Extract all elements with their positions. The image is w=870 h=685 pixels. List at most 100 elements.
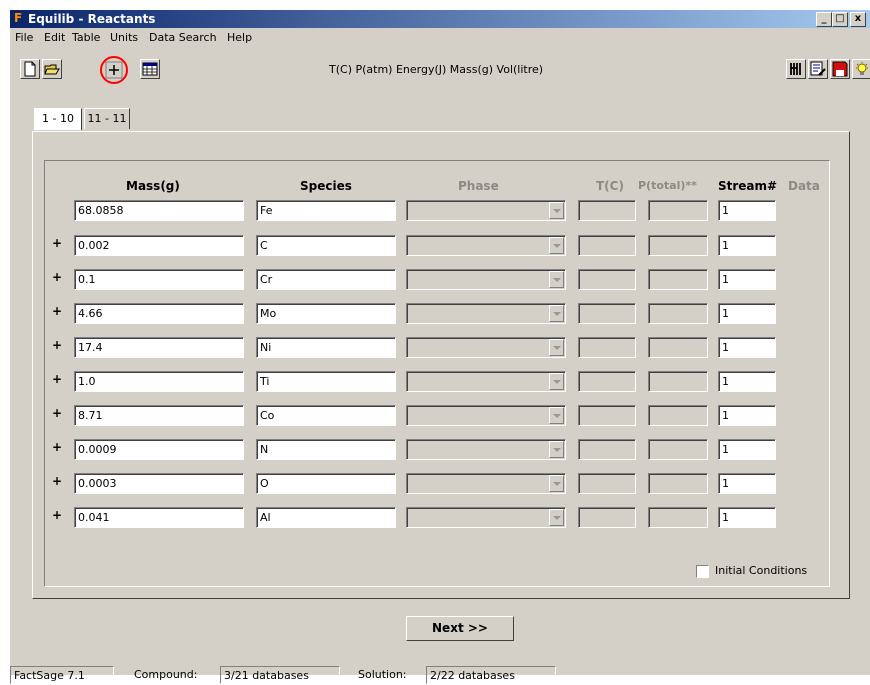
lightbulb-button[interactable] xyxy=(852,59,870,79)
temperature-input xyxy=(578,473,636,494)
stream-input[interactable]: 1 xyxy=(718,439,776,460)
chevron-down-icon xyxy=(549,339,564,356)
units-display: T(C) P(atm) Energy(J) Mass(g) Vol(litre) xyxy=(329,63,544,76)
add-reactant-button[interactable] xyxy=(105,61,123,79)
plus-sign: + xyxy=(52,304,63,318)
chevron-down-icon xyxy=(549,373,564,390)
stream-input[interactable]: 1 xyxy=(718,337,776,358)
temperature-input xyxy=(578,200,636,221)
species-input[interactable]: Ni xyxy=(256,337,396,358)
mass-input[interactable]: 0.002 xyxy=(74,235,244,256)
status-solution-value: 2/22 databases xyxy=(426,666,556,684)
mass-input[interactable]: 0.1 xyxy=(74,269,244,290)
chevron-down-icon xyxy=(549,305,564,322)
stream-input[interactable]: 1 xyxy=(718,235,776,256)
new-file-button[interactable] xyxy=(20,59,40,79)
mass-input[interactable]: 17.4 xyxy=(74,337,244,358)
stream-input[interactable]: 1 xyxy=(718,371,776,392)
stream-input[interactable]: 1 xyxy=(718,405,776,426)
plus-sign: + xyxy=(52,440,63,454)
species-input[interactable]: Cr xyxy=(256,269,396,290)
species-input[interactable]: Al xyxy=(256,507,396,528)
save-icon xyxy=(832,61,848,77)
ptotal-input xyxy=(648,303,708,324)
ptotal-input xyxy=(648,405,708,426)
species-input[interactable]: Co xyxy=(256,405,396,426)
status-app-version: FactSage 7.1 xyxy=(10,666,114,684)
utensils-icon xyxy=(790,63,801,75)
factsage-logo: F xyxy=(14,11,23,25)
ptotal-input xyxy=(648,507,708,528)
mass-input[interactable]: 0.0009 xyxy=(74,439,244,460)
tab-1-10[interactable]: 1 - 10 xyxy=(34,108,82,130)
menu-edit[interactable]: Edit xyxy=(44,31,65,44)
temperature-input xyxy=(578,371,636,392)
stream-input[interactable]: 1 xyxy=(718,303,776,324)
edit-list-button[interactable] xyxy=(808,59,828,79)
chevron-down-icon xyxy=(549,407,564,424)
temperature-input xyxy=(578,507,636,528)
phase-select xyxy=(406,405,566,426)
mass-input[interactable]: 4.66 xyxy=(74,303,244,324)
chevron-down-icon xyxy=(549,202,564,219)
add-icon xyxy=(105,61,123,79)
chevron-down-icon xyxy=(549,441,564,458)
chevron-down-icon xyxy=(549,509,564,526)
phase-select xyxy=(406,507,566,528)
ptotal-input xyxy=(648,473,708,494)
title-bar: F Equilib - Reactants _ □ x xyxy=(10,10,870,28)
save-button[interactable] xyxy=(830,59,850,79)
maximize-button[interactable]: □ xyxy=(832,12,848,27)
phase-select xyxy=(406,473,566,494)
stream-input[interactable]: 1 xyxy=(718,507,776,528)
menu-data-search[interactable]: Data Search xyxy=(149,31,217,44)
species-input[interactable]: C xyxy=(256,235,396,256)
chevron-down-icon xyxy=(549,475,564,492)
close-button[interactable]: x xyxy=(850,12,866,27)
stream-input[interactable]: 1 xyxy=(718,200,776,221)
table-button[interactable] xyxy=(140,59,160,79)
plus-sign: + xyxy=(52,338,63,352)
phase-select xyxy=(406,337,566,358)
menu-table[interactable]: Table xyxy=(72,31,100,44)
header-phase: Phase xyxy=(458,179,499,193)
minimize-button[interactable]: _ xyxy=(816,12,832,27)
species-input[interactable]: Ti xyxy=(256,371,396,392)
open-button[interactable] xyxy=(42,59,62,79)
menu-file[interactable]: File xyxy=(15,31,33,44)
temperature-input xyxy=(578,235,636,256)
species-input[interactable]: Mo xyxy=(256,303,396,324)
species-input[interactable]: Fe xyxy=(256,200,396,221)
toolbar: T(C) P(atm) Energy(J) Mass(g) Vol(litre) xyxy=(10,47,870,87)
open-folder-icon xyxy=(44,64,60,75)
menu-bar: File Edit Table Units Data Search Help xyxy=(10,29,870,46)
menu-units[interactable]: Units xyxy=(110,31,138,44)
initial-conditions-checkbox[interactable] xyxy=(696,565,709,578)
menu-help[interactable]: Help xyxy=(227,31,252,44)
header-ptotal: P(total)** xyxy=(638,179,697,192)
utensils-button[interactable] xyxy=(786,59,806,79)
mass-input[interactable]: 68.0858 xyxy=(74,200,244,221)
ptotal-input xyxy=(648,439,708,460)
header-data: Data xyxy=(788,179,820,193)
chevron-down-icon xyxy=(549,271,564,288)
next-button[interactable]: Next >> xyxy=(406,616,514,641)
lightbulb-icon xyxy=(856,62,868,75)
temperature-input xyxy=(578,337,636,358)
species-input[interactable]: O xyxy=(256,473,396,494)
mass-input[interactable]: 0.0003 xyxy=(74,473,244,494)
ptotal-input xyxy=(648,269,708,290)
mass-input[interactable]: 1.0 xyxy=(74,371,244,392)
species-input[interactable]: N xyxy=(256,439,396,460)
mass-input[interactable]: 8.71 xyxy=(74,405,244,426)
window-title: Equilib - Reactants xyxy=(28,12,156,26)
phase-select xyxy=(406,371,566,392)
equilib-window: F Equilib - Reactants _ □ x File Edit Ta… xyxy=(10,10,870,684)
tab-11-11[interactable]: 11 - 11 xyxy=(84,108,130,129)
phase-select xyxy=(406,269,566,290)
mass-input[interactable]: 0.041 xyxy=(74,507,244,528)
stream-input[interactable]: 1 xyxy=(718,269,776,290)
stream-input[interactable]: 1 xyxy=(718,473,776,494)
edit-list-icon xyxy=(810,61,826,76)
temperature-input xyxy=(578,269,636,290)
